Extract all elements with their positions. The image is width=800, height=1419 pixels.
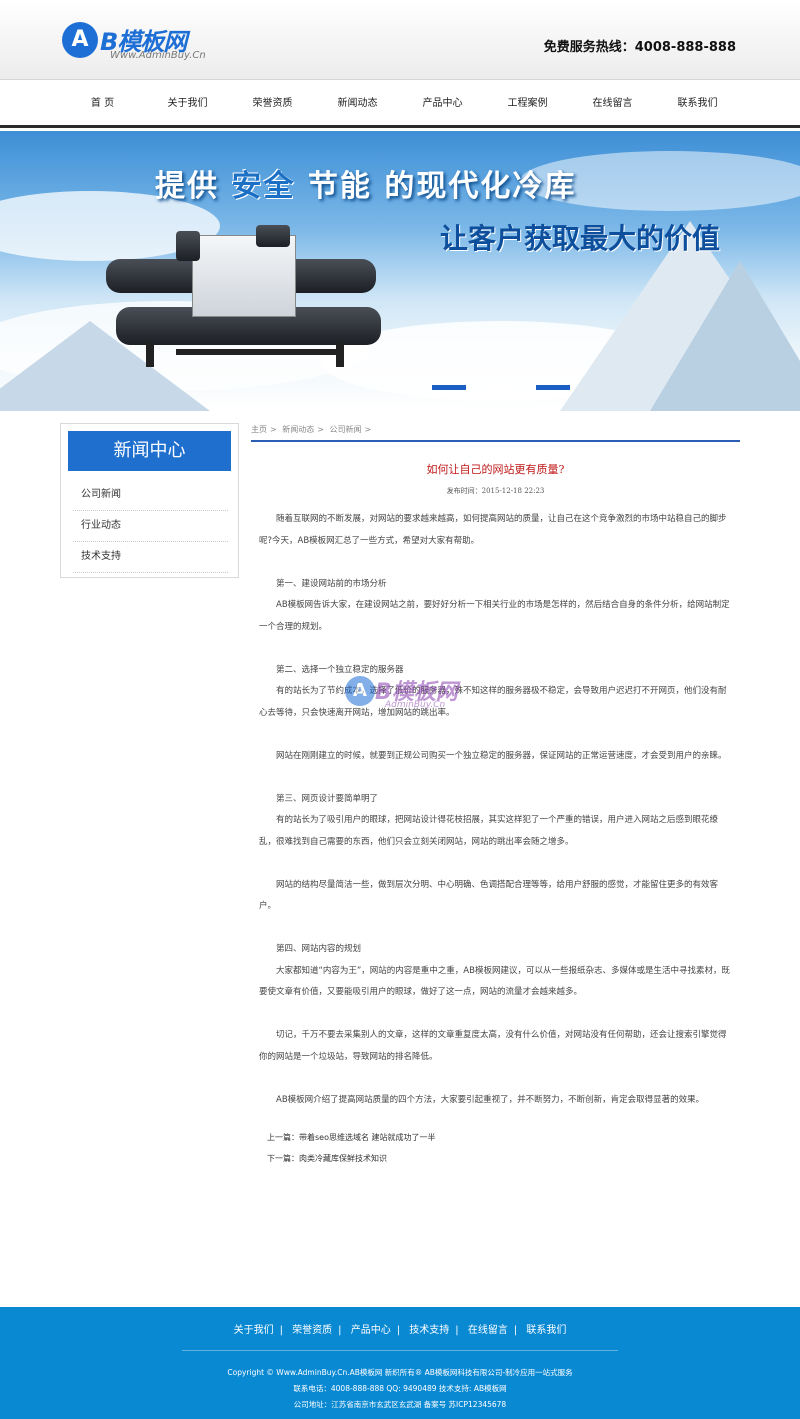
next-article: 下一篇：肉类冷藏库保鲜技术知识 [267, 1154, 387, 1163]
site-logo[interactable]: A B模板网 Www.AdminBuy.Cn [62, 22, 232, 66]
main-nav: 首 页 关于我们 荣誉资质 新闻动态 产品中心 工程案例 在线留言 联系我们 [0, 81, 800, 128]
footer-link-honors[interactable]: 荣誉资质 [292, 1325, 332, 1336]
article-paragraph: 大家都知道“内容为王”，网站的内容是重中之重，AB模板网建议，可以从一些报纸杂志… [259, 965, 730, 998]
footer-divider [182, 1350, 618, 1351]
banner-mountain [650, 261, 800, 411]
site-footer: 关于我们 | 荣誉资质 | 产品中心 | 技术支持 | 在线留言 | 联系我们 Copyr… [0, 1307, 800, 1419]
breadcrumb-company-news[interactable]: 公司新闻 [330, 425, 362, 434]
nav-item-about[interactable]: 关于我们 [145, 81, 230, 128]
next-article-link[interactable]: 肉类冷藏库保鲜技术知识 [299, 1154, 387, 1163]
article-paragraph: AB模板网告诉大家，在建设网站之前，要好好分析一下相关行业的市场是怎样的，然后结… [259, 600, 730, 632]
sidebar-item-company-news[interactable]: 公司新闻 [73, 480, 228, 511]
article-pagination: 上一篇：带着seo思维选域名 建站就成功了一半 下一篇：肉类冷藏库保鲜技术知识 [251, 1127, 740, 1169]
article-area: 主页 > 新闻动态 > 公司新闻 > 如何让自己的网站更有质量? 发布时间：2015-… [251, 420, 740, 1169]
article-heading: 第四、网站内容的规划 [276, 944, 362, 954]
article-heading: 第三、网页设计要简单明了 [276, 793, 379, 804]
footer-link-support[interactable]: 技术支持 [409, 1325, 449, 1336]
slide-dot[interactable] [484, 385, 518, 390]
footer-links: 关于我们 | 荣誉资质 | 产品中心 | 技术支持 | 在线留言 | 联系我们 [233, 1325, 567, 1336]
footer-copyright: Copyright © Www.AdminBuy.Cn.AB模板网 新织所有® … [227, 1368, 573, 1377]
footer-contact: 联系电话：4008-888-888 QQ: 9490489 技术支持: AB模板… [293, 1384, 507, 1393]
footer-link-products[interactable]: 产品中心 [351, 1325, 391, 1336]
footer-link-message[interactable]: 在线留言 [468, 1325, 508, 1336]
banner-slogan-line2: 让客户获取最大的价值 [440, 222, 721, 255]
article-title: 如何让自己的网站更有质量? [426, 463, 565, 476]
sidebar-item-industry-news[interactable]: 行业动态 [73, 511, 228, 542]
breadcrumb-news[interactable]: 新闻动态 [282, 425, 314, 434]
prev-article-link[interactable]: 带着seo思维选域名 建站就成功了一半 [299, 1133, 436, 1142]
article-paragraph: 网站在刚刚建立的时候，就要到正规公司购买一个独立稳定的服务器，保证网站的正常运营… [276, 750, 727, 761]
article-paragraph: 切记，千万不要去采集别人的文章，这样的文章重复度太高，没有什么价值，对网站没有任… [259, 1030, 727, 1062]
nav-item-contact[interactable]: 联系我们 [655, 81, 740, 128]
article-heading: 第一、建设网站前的市场分析 [276, 578, 387, 589]
article-body: 随着互联网的不断发展，对网站的要求越来越高，如何提高网站的质量，让自己在这个竞争… [251, 509, 740, 1111]
hero-banner: 提供 安全 节能 的现代化冷库 让客户获取最大的价值 [0, 131, 800, 411]
slide-dot[interactable] [432, 385, 466, 390]
logo-url: Www.AdminBuy.Cn [110, 50, 206, 61]
prev-article: 上一篇：带着seo思维选域名 建站就成功了一半 [267, 1133, 436, 1142]
site-header: A B模板网 Www.AdminBuy.Cn 免费服务热线：4008-888-8… [0, 0, 800, 80]
banner-slogan-line1: 提供 安全 节能 的现代化冷库 [155, 169, 577, 204]
sidebar-title: 新闻中心 [68, 431, 231, 471]
article-paragraph: 有的站长为了吸引用户的眼球，把网站设计得花枝招展，其实这样犯了一个严重的错误，用… [259, 815, 719, 847]
chiller-unit-image [106, 225, 386, 371]
article-paragraph: 随着互联网的不断发展，对网站的要求越来越高，如何提高网站的质量，让自己在这个竞争… [259, 514, 727, 546]
slide-dot[interactable] [536, 385, 570, 390]
service-hotline: 免费服务热线：4008-888-888 [543, 40, 736, 55]
sidebar-item-tech-support[interactable]: 技术支持 [73, 542, 228, 573]
article-paragraph: 网站的结构尽量简洁一些，做到层次分明、中心明确、色调搭配合理等等，给用户舒服的感… [259, 879, 719, 912]
logo-mark: A [62, 22, 98, 58]
sidebar: 新闻中心 公司新闻 行业动态 技术支持 [60, 423, 239, 578]
article-date: 发布时间：2015-12-18 22:23 [446, 487, 545, 495]
nav-item-products[interactable]: 产品中心 [400, 81, 485, 128]
nav-item-honors[interactable]: 荣誉资质 [230, 81, 315, 128]
article-paragraph: AB模板网介绍了提高网站质量的四个方法，大家要引起重视了，并不断努力，不断创新，… [276, 1094, 705, 1105]
nav-item-news[interactable]: 新闻动态 [315, 81, 400, 128]
watermark-logo: A B模板网 AdminBuy.Cn [345, 670, 515, 724]
footer-address: 公司地址：江苏省南京市玄武区玄武湖 备案号 苏ICP12345678 [293, 1400, 507, 1409]
footer-info: Copyright © Www.AdminBuy.Cn.AB模板网 新织所有® … [0, 1365, 800, 1413]
banner-pagination [432, 385, 572, 391]
footer-link-contact[interactable]: 联系我们 [526, 1325, 566, 1336]
breadcrumb-home[interactable]: 主页 [251, 425, 267, 434]
nav-item-home[interactable]: 首 页 [60, 81, 145, 128]
nav-item-cases[interactable]: 工程案例 [485, 81, 570, 128]
nav-item-message[interactable]: 在线留言 [570, 81, 655, 128]
footer-link-about[interactable]: 关于我们 [234, 1325, 274, 1336]
breadcrumb: 主页 > 新闻动态 > 公司新闻 > [251, 420, 740, 442]
